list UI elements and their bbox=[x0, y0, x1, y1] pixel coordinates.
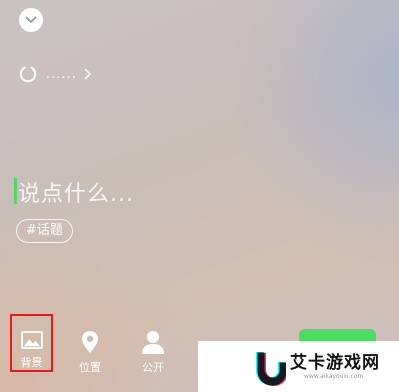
location-pin-icon bbox=[82, 331, 98, 353]
loading-spinner-icon bbox=[19, 65, 37, 83]
text-caret bbox=[14, 178, 17, 204]
compose-text-input[interactable]: 说点什么... bbox=[18, 176, 134, 208]
topic-tag-button[interactable]: #话题 bbox=[16, 219, 73, 243]
watermark: 艾卡游戏网 www.aikayouxi.com bbox=[198, 341, 399, 392]
status-text: ...... bbox=[46, 66, 77, 82]
watermark-logo-icon bbox=[256, 351, 286, 386]
chevron-right-icon bbox=[84, 68, 91, 80]
location-button[interactable]: 位置 bbox=[70, 330, 110, 384]
watermark-url: www.aikayouxi.com bbox=[304, 372, 364, 380]
chevron-down-icon bbox=[25, 16, 37, 23]
background-button[interactable]: 背景 bbox=[10, 314, 53, 372]
image-icon bbox=[20, 331, 43, 349]
visibility-button[interactable]: 公开 bbox=[133, 330, 173, 384]
status-row[interactable]: ...... bbox=[19, 62, 92, 86]
location-label: 位置 bbox=[79, 361, 101, 374]
watermark-title: 艾卡游戏网 bbox=[290, 352, 380, 373]
background-label: 背景 bbox=[20, 356, 43, 369]
visibility-label: 公开 bbox=[142, 361, 164, 374]
person-icon bbox=[142, 331, 164, 354]
collapse-button[interactable] bbox=[19, 8, 43, 32]
